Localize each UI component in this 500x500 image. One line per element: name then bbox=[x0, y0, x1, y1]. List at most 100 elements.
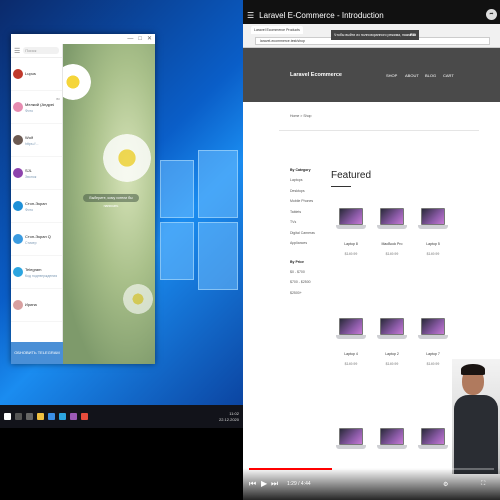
laptop-image[interactable] bbox=[418, 208, 448, 230]
close-icon[interactable]: ✕ bbox=[147, 34, 152, 44]
window-titlebar[interactable]: — □ ✕ bbox=[11, 34, 155, 44]
chat-list-item[interactable]: Стоп-Экран Q Стикер bbox=[11, 223, 62, 256]
browser-icon[interactable] bbox=[48, 413, 55, 420]
presenter-webcam bbox=[452, 359, 500, 474]
category-link[interactable]: Desktops bbox=[290, 189, 330, 200]
telegram-window[interactable]: — □ ✕ ☰ Поиск Lupus Мелкий (Андрей) Фото вс… bbox=[11, 34, 155, 364]
chat-list-item[interactable]: Lupus bbox=[11, 58, 62, 91]
laptop-image[interactable] bbox=[336, 428, 366, 450]
product-card[interactable]: Laptop 2 $149.99 bbox=[374, 318, 410, 366]
laptop-screen bbox=[421, 208, 445, 225]
clock-date: 22.12.2020 bbox=[218, 416, 239, 422]
product-price: $149.99 bbox=[426, 252, 440, 256]
product-card[interactable] bbox=[374, 428, 410, 462]
update-telegram-button[interactable]: ОБНОВИТЬ TELEGRAM bbox=[11, 342, 63, 364]
chat-preview: Стикер bbox=[25, 240, 37, 245]
chat-list-item[interactable]: Wolf https://... bbox=[11, 124, 62, 157]
chat-list-item[interactable]: Telegram Код подтверждения bbox=[11, 256, 62, 289]
product-name[interactable]: Laptop 7 bbox=[415, 352, 451, 356]
product-card[interactable]: Laptop 7 $149.99 bbox=[415, 318, 451, 366]
chat-list-item[interactable]: Стоп-Экран Фото bbox=[11, 190, 62, 223]
nav-link-shop[interactable]: SHOP bbox=[386, 73, 397, 78]
price-filter-link[interactable]: $700 - $2500 bbox=[290, 280, 330, 291]
category-link[interactable]: Appliances bbox=[290, 241, 330, 252]
select-chat-hint: Выберите, кому хотели бы написать bbox=[83, 194, 139, 208]
chat-text: SJL Звонок bbox=[25, 168, 58, 179]
product-name[interactable]: Laptop 4 bbox=[333, 352, 369, 356]
nav-link-blog[interactable]: BLOG bbox=[425, 73, 436, 78]
product-name[interactable]: Laptop 2 bbox=[374, 352, 410, 356]
category-link[interactable]: Mobile Phones bbox=[290, 199, 330, 210]
category-link[interactable]: Digital Cameras bbox=[290, 231, 330, 242]
settings-icon[interactable]: ⚙ bbox=[443, 481, 448, 488]
nav-link-about[interactable]: ABOUT bbox=[405, 73, 419, 78]
laptop-image[interactable] bbox=[336, 318, 366, 340]
product-card[interactable]: Laptop 5 $149.99 bbox=[415, 208, 451, 256]
laptop-image[interactable] bbox=[418, 318, 448, 340]
chat-list-item[interactable]: Ирина bbox=[11, 289, 62, 322]
playlist-icon[interactable]: ☰ bbox=[247, 11, 254, 20]
product-card[interactable]: MacBook Pro $149.99 bbox=[374, 208, 410, 256]
laptop-image[interactable] bbox=[377, 428, 407, 450]
product-card[interactable]: Laptop 8 $149.99 bbox=[333, 208, 369, 256]
chat-text: Стоп-Экран Фото bbox=[25, 201, 58, 212]
chat-name: Telegram bbox=[25, 266, 42, 272]
product-card[interactable] bbox=[333, 428, 369, 462]
laptop-image[interactable] bbox=[377, 208, 407, 230]
chat-list-item[interactable]: SJL Звонок bbox=[11, 157, 62, 190]
next-icon[interactable]: ⏭ bbox=[271, 479, 278, 489]
laptop-screen bbox=[339, 318, 363, 335]
youtube-video-player[interactable]: Laravel Ecommerce SHOP ABOUT BLOG CART L… bbox=[243, 0, 500, 500]
presenter-body bbox=[454, 395, 498, 474]
browser-tab[interactable]: Laravel Ecommerce Products bbox=[251, 26, 303, 34]
price-filter-link[interactable]: $2500+ bbox=[290, 291, 330, 302]
laptop-base bbox=[377, 445, 407, 449]
share-icon[interactable]: ➦ bbox=[486, 9, 497, 20]
product-name[interactable]: MacBook Pro bbox=[374, 242, 410, 246]
telegram-taskbar-icon[interactable] bbox=[59, 413, 66, 420]
breadcrumb[interactable]: Home > Shop bbox=[290, 114, 312, 118]
taskbar-clock[interactable]: 11:02 22.12.2020 bbox=[219, 411, 239, 423]
hamburger-menu-icon[interactable]: ☰ bbox=[14, 47, 20, 55]
progress-bar[interactable] bbox=[249, 468, 494, 470]
laptop-base bbox=[377, 225, 407, 229]
laptop-image[interactable] bbox=[336, 208, 366, 230]
product-name[interactable]: Laptop 8 bbox=[333, 242, 369, 246]
laptop-screen bbox=[339, 208, 363, 225]
laptop-image[interactable] bbox=[418, 428, 448, 450]
nav-link-cart[interactable]: CART bbox=[443, 73, 454, 78]
task-view-icon[interactable] bbox=[26, 413, 33, 420]
fullscreen-notice-key: F11 bbox=[410, 33, 416, 37]
category-link[interactable]: TVs bbox=[290, 220, 330, 231]
previous-icon[interactable]: ⏮ bbox=[249, 479, 256, 489]
maximize-icon[interactable]: □ bbox=[138, 34, 142, 44]
avatar bbox=[13, 135, 23, 145]
product-card[interactable]: Laptop 4 $149.99 bbox=[333, 318, 369, 366]
minimize-icon[interactable]: — bbox=[127, 34, 133, 44]
play-icon[interactable]: ▶ bbox=[261, 479, 267, 488]
search-icon[interactable] bbox=[15, 413, 22, 420]
laptop-screen bbox=[421, 318, 445, 335]
video-title[interactable]: ☰ Laravel E-Commerce - Introduction bbox=[247, 11, 384, 20]
start-button-icon[interactable] bbox=[4, 413, 11, 420]
app-icon[interactable] bbox=[81, 413, 88, 420]
app-icon[interactable] bbox=[70, 413, 77, 420]
chat-name: Wolf bbox=[25, 134, 33, 140]
chat-list-item[interactable]: Мелкий (Андрей) Фото вс bbox=[11, 91, 62, 124]
laptop-image[interactable] bbox=[377, 318, 407, 340]
search-input[interactable]: Поиск bbox=[23, 47, 59, 54]
product-name[interactable]: Laptop 5 bbox=[415, 242, 451, 246]
file-explorer-icon[interactable] bbox=[37, 413, 44, 420]
price-filter-link[interactable]: $0 - $700 bbox=[290, 270, 330, 281]
laptop-base bbox=[377, 335, 407, 339]
product-price: $149.99 bbox=[426, 362, 440, 366]
product-card[interactable] bbox=[415, 428, 451, 462]
laptop-screen bbox=[380, 428, 404, 445]
fullscreen-icon[interactable]: ⛶ bbox=[481, 481, 485, 488]
fullscreen-notice: Чтобы выйти из полноэкранного режима, на… bbox=[331, 30, 419, 40]
category-link[interactable]: Laptops bbox=[290, 178, 330, 189]
windows-desktop: — □ ✕ ☰ Поиск Lupus Мелкий (Андрей) Фото вс… bbox=[0, 0, 243, 428]
site-brand[interactable]: Laravel Ecommerce bbox=[290, 72, 342, 78]
category-link[interactable]: Tablets bbox=[290, 210, 330, 221]
chat-preview: Фото bbox=[25, 108, 34, 113]
